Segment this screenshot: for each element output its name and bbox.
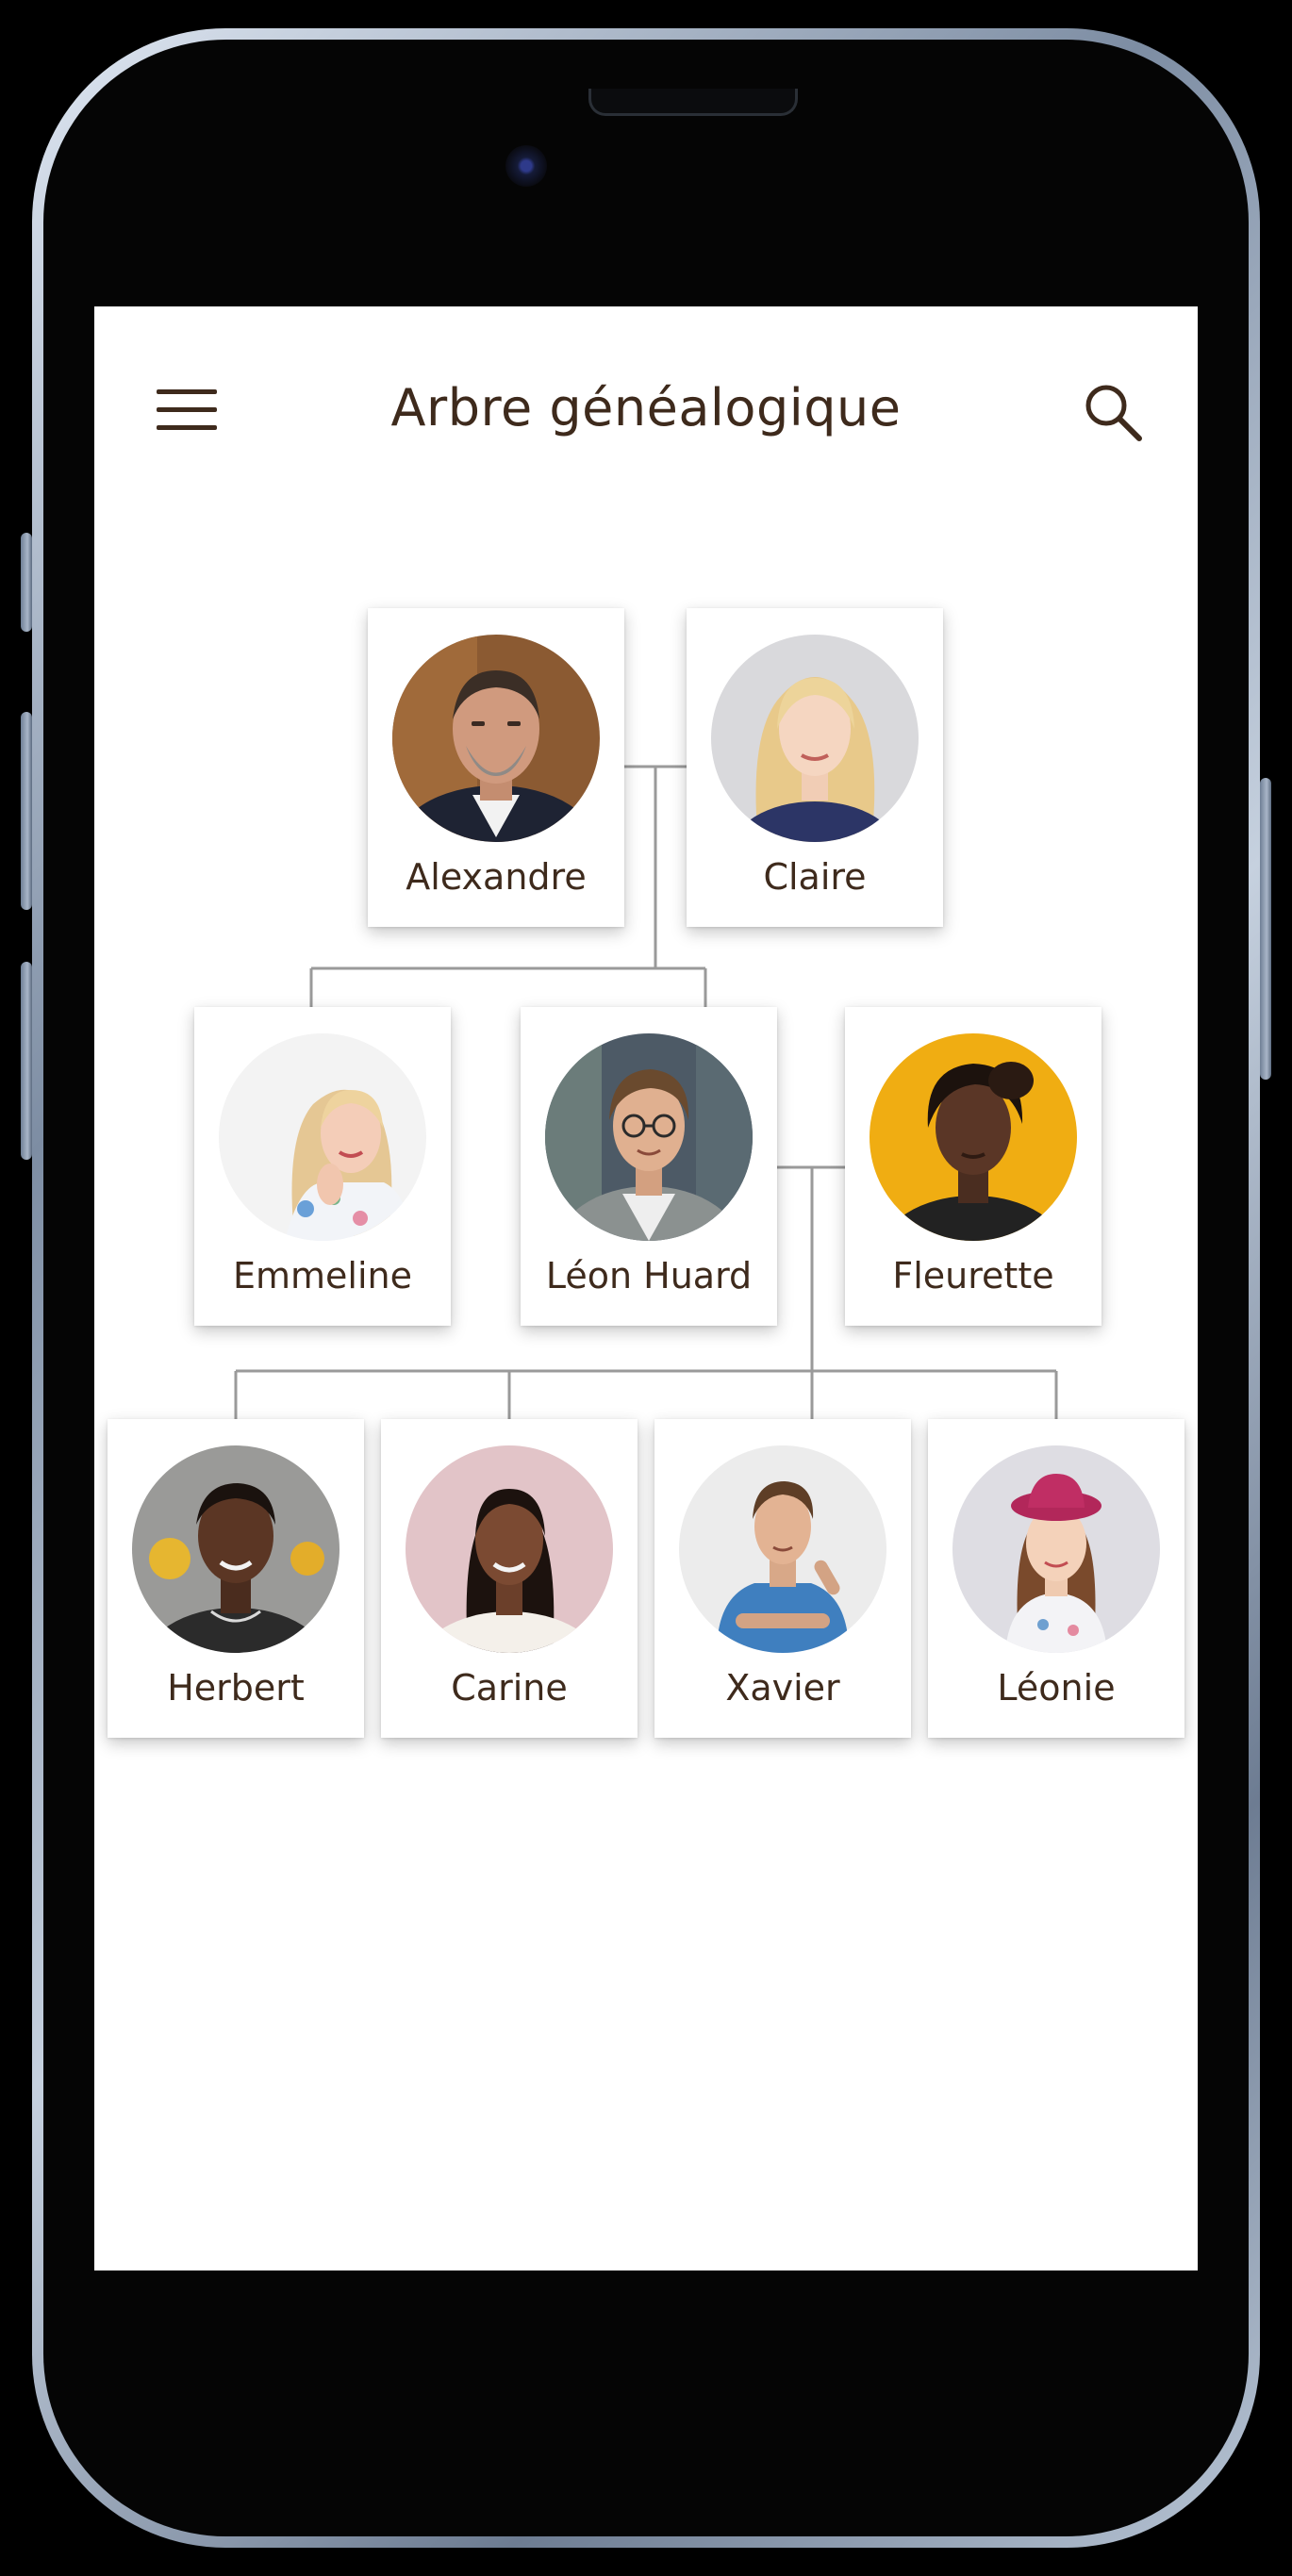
person-card-leonie[interactable]: Léonie xyxy=(928,1419,1184,1738)
person-card-emmeline[interactable]: Emmeline xyxy=(194,1007,451,1326)
person-name: Léonie xyxy=(997,1667,1116,1709)
person-card-herbert[interactable]: Herbert xyxy=(108,1419,364,1738)
front-camera xyxy=(505,145,547,187)
stage: Arbre généalogique Alexandre Claire Emme… xyxy=(0,0,1292,2576)
person-name: Alexandre xyxy=(406,856,587,898)
person-card-leon-huard[interactable]: Léon Huard xyxy=(521,1007,777,1326)
page-title: Arbre généalogique xyxy=(390,378,902,438)
avatar xyxy=(545,1033,753,1241)
person-name: Léon Huard xyxy=(545,1255,753,1296)
phone-side-button xyxy=(21,533,32,632)
avatar xyxy=(392,635,600,842)
phone-volume-down-button xyxy=(21,962,32,1160)
person-name: Xavier xyxy=(725,1667,840,1709)
avatar xyxy=(679,1445,886,1653)
avatar xyxy=(870,1033,1077,1241)
person-name: Carine xyxy=(451,1667,568,1709)
phone-power-button xyxy=(1260,778,1271,1080)
phone-volume-up-button xyxy=(21,712,32,910)
avatar xyxy=(219,1033,426,1241)
phone-speaker xyxy=(588,89,798,116)
person-name: Emmeline xyxy=(233,1255,412,1296)
person-name: Fleurette xyxy=(892,1255,1054,1296)
person-card-claire[interactable]: Claire xyxy=(687,608,943,927)
person-name: Herbert xyxy=(167,1667,305,1709)
app-screen: Arbre généalogique Alexandre Claire Emme… xyxy=(94,306,1198,2271)
search-icon[interactable] xyxy=(1083,382,1145,444)
avatar xyxy=(406,1445,613,1653)
hamburger-menu-icon[interactable] xyxy=(157,389,217,431)
person-card-carine[interactable]: Carine xyxy=(381,1419,638,1738)
person-card-alexandre[interactable]: Alexandre xyxy=(368,608,624,927)
person-card-xavier[interactable]: Xavier xyxy=(654,1419,911,1738)
avatar xyxy=(711,635,919,842)
avatar xyxy=(952,1445,1160,1653)
person-name: Claire xyxy=(763,856,867,898)
person-card-fleurette[interactable]: Fleurette xyxy=(845,1007,1102,1326)
avatar xyxy=(132,1445,340,1653)
